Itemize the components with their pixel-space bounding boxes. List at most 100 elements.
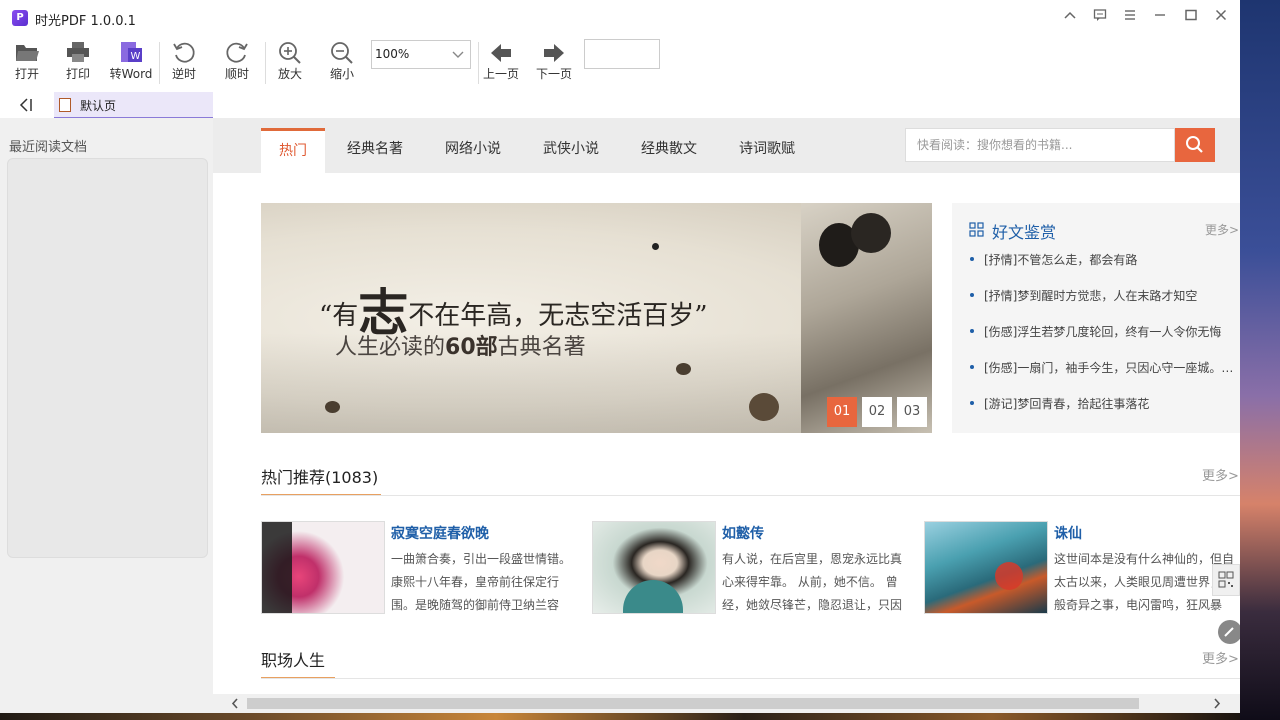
book-search-input[interactable]: 快看阅读：搜你想看的书籍... <box>905 128 1175 162</box>
grid-icon <box>969 222 984 237</box>
open-label: 打开 <box>14 67 39 81</box>
book-card[interactable]: 寂寞空庭春欲晚 一曲箫合奏，引出一段盛世情错。康熙十八年春，皇帝前往保定行围。是… <box>261 521 581 615</box>
svg-text:W: W <box>131 51 141 62</box>
zoom-out-button[interactable]: 缩小 <box>316 38 368 86</box>
folder-icon <box>1 38 53 66</box>
scroll-right-icon[interactable] <box>1209 695 1225 712</box>
scrollbar-thumb[interactable] <box>247 698 1139 709</box>
banner-quote-open: “有 <box>319 301 359 331</box>
minimize-button[interactable] <box>1148 8 1172 28</box>
collapse-toolbar-icon[interactable] <box>1058 8 1082 28</box>
taskbar-strip <box>0 713 1240 720</box>
maximize-button[interactable] <box>1179 8 1203 28</box>
banner-subtitle-post: 古典名著 <box>497 335 586 360</box>
hot-more-link[interactable]: 更多> <box>1202 465 1239 484</box>
banner-pager-2[interactable]: 02 <box>862 397 892 427</box>
next-page-button[interactable]: 下一页 <box>528 38 580 86</box>
qr-code-button[interactable] <box>1212 564 1240 596</box>
open-button[interactable]: 打开 <box>1 38 53 86</box>
tab-default-page[interactable]: 默认页 <box>54 92 213 118</box>
rotate-ccw-label: 逆时 <box>171 67 196 81</box>
hot-section-title: 热门推荐(1083) <box>261 468 379 487</box>
printer-icon <box>52 38 104 66</box>
banner-pager-1[interactable]: 01 <box>827 397 857 427</box>
hero-banner[interactable]: “有志不在年高，无志空活百岁” 人生必读的60部古典名著 01 02 03 <box>261 203 932 433</box>
desktop-background <box>1240 0 1280 720</box>
rotate-left-icon <box>158 38 210 66</box>
close-button[interactable] <box>1209 8 1233 28</box>
print-button[interactable]: 打印 <box>52 38 104 86</box>
career-section-title: 职场人生 <box>261 651 326 670</box>
arrow-left-icon <box>475 38 527 66</box>
tab-label: 默认页 <box>80 99 117 113</box>
rotate-right-icon <box>211 38 263 66</box>
featured-item[interactable]: [抒情]不管怎么走，都会有路 <box>970 251 1240 287</box>
zoom-select[interactable]: 100% <box>371 40 471 69</box>
book-description: 有人说，在后宫里，恩宠永远比真心来得牢靠。 从前，她不信。 曾经，她敛尽锋芒，隐… <box>722 552 903 612</box>
nav-tab-web-novels[interactable]: 网络小说 <box>433 128 513 173</box>
featured-more-link[interactable]: 更多> <box>1205 221 1239 238</box>
featured-item[interactable]: [伤感]浮生若梦几度轮回，终有一人令你无悔 <box>970 323 1240 359</box>
collapse-sidebar-icon[interactable] <box>16 96 36 114</box>
to-word-button[interactable]: W 转Word <box>105 38 157 86</box>
next-page-label: 下一页 <box>535 67 572 81</box>
banner-stone <box>676 363 691 375</box>
arrow-right-icon <box>528 38 580 66</box>
nav-tab-poetry[interactable]: 诗词歌赋 <box>727 128 807 173</box>
chevron-down-icon <box>452 41 464 78</box>
recent-docs-list[interactable] <box>7 158 208 558</box>
feedback-icon[interactable] <box>1088 8 1112 28</box>
word-icon: W <box>105 38 157 66</box>
zoom-out-label: 缩小 <box>329 67 354 81</box>
featured-item[interactable]: [伤感]一扇门，袖手今生，只因心守一座城。一... <box>970 359 1240 395</box>
app-logo-icon: P <box>12 10 28 26</box>
banner-stone <box>749 393 779 421</box>
banner-ink-dot <box>652 243 659 250</box>
zoom-in-icon <box>264 38 316 66</box>
title-bar: P 时光PDF 1.0.0.1 <box>0 0 1240 36</box>
edit-icon <box>1218 620 1240 644</box>
nav-tab-prose[interactable]: 经典散文 <box>629 128 709 173</box>
rotate-cw-button[interactable]: 顺时 <box>211 38 263 86</box>
nav-tab-classics[interactable]: 经典名著 <box>335 128 415 173</box>
app-window: P 时光PDF 1.0.0.1 打开 打印 W 转Word 逆时 顺时 放大 缩… <box>0 0 1240 713</box>
banner-subtitle-pre: 人生必读的 <box>335 335 446 360</box>
feedback-float-button[interactable] <box>1212 616 1240 648</box>
to-word-label: 转Word <box>109 67 153 81</box>
nav-tab-wuxia[interactable]: 武侠小说 <box>531 128 611 173</box>
rotate-ccw-button[interactable]: 逆时 <box>158 38 210 86</box>
scroll-left-icon[interactable] <box>227 695 243 712</box>
book-card[interactable]: 诛仙 这世间本是没有什么神仙的，但自太古以来，人类眼见周遭世界，诸般奇异之事，电… <box>924 521 1240 615</box>
menu-icon[interactable] <box>1118 8 1142 28</box>
featured-item[interactable]: [抒情]梦到醒时方觉悲，人在末路才知空 <box>970 287 1240 323</box>
book-description: 一曲箫合奏，引出一段盛世情错。康熙十八年春，皇帝前往保定行围。是晚随驾的御前侍卫… <box>391 552 572 612</box>
prev-page-button[interactable]: 上一页 <box>475 38 527 86</box>
category-nav: 热门 经典名著 网络小说 武侠小说 经典散文 诗词歌赋 快看阅读：搜你想看的书籍… <box>213 118 1240 173</box>
book-card[interactable]: 如懿传 有人说，在后宫里，恩宠永远比真心来得牢靠。 从前，她不信。 曾经，她敛尽… <box>592 521 912 615</box>
banner-subtitle: 人生必读的60部古典名著 <box>335 329 586 361</box>
prev-page-label: 上一页 <box>482 67 519 81</box>
book-cover <box>592 521 716 614</box>
featured-item[interactable]: [游记]梦回青春，拾起往事落花 <box>970 395 1240 431</box>
zoom-in-button[interactable]: 放大 <box>264 38 316 86</box>
document-icon <box>59 98 71 112</box>
zoom-value: 100% <box>375 47 410 61</box>
career-more-link[interactable]: 更多> <box>1202 648 1239 667</box>
banner-subtitle-bold: 60部 <box>445 335 498 360</box>
search-button[interactable] <box>1175 128 1215 162</box>
banner-stone <box>325 401 340 413</box>
zoom-out-icon <box>316 38 368 66</box>
print-label: 打印 <box>65 67 90 81</box>
section-divider <box>261 678 1240 679</box>
horizontal-scrollbar[interactable] <box>213 694 1240 713</box>
recent-docs-panel: 最近阅读文档 <box>0 118 213 713</box>
rotate-cw-label: 顺时 <box>224 67 249 81</box>
zoom-in-label: 放大 <box>277 67 302 81</box>
book-title: 如懿传 <box>722 526 764 542</box>
page-number-input[interactable] <box>584 39 660 69</box>
nav-tab-hot[interactable]: 热门 <box>261 128 325 173</box>
banner-pager-3[interactable]: 03 <box>897 397 927 427</box>
featured-title: 好文鉴赏 <box>992 223 1057 242</box>
tab-strip: 默认页 <box>0 92 1240 118</box>
featured-list: [抒情]不管怎么走，都会有路 [抒情]梦到醒时方觉悲，人在末路才知空 [伤感]浮… <box>970 251 1240 431</box>
